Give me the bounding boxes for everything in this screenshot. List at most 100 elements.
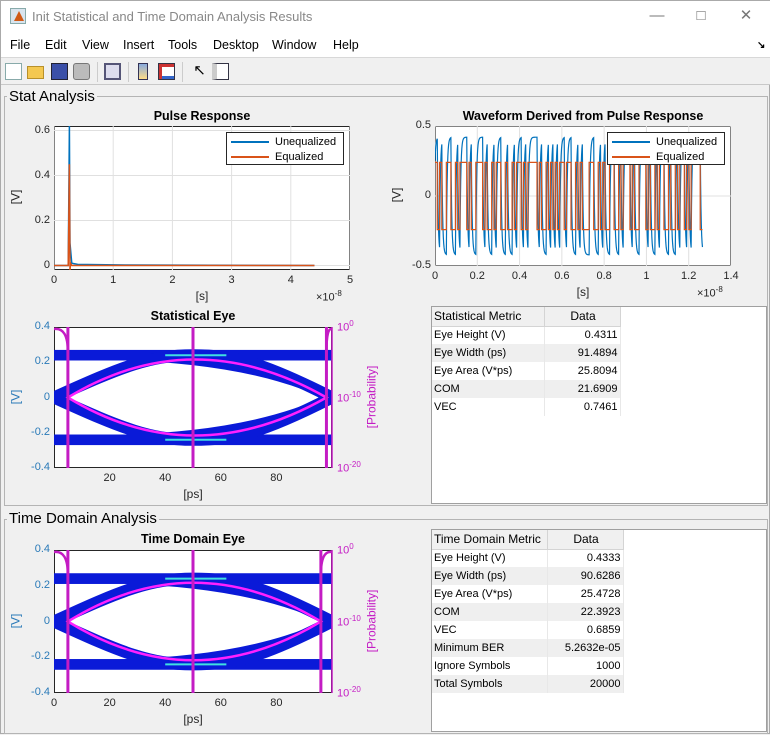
y2-axis-label: [Probability] [364,365,379,428]
menu-insert[interactable]: Insert [123,38,154,52]
table-row[interactable]: Ignore Symbols 1000 [432,657,624,675]
table-row[interactable]: VEC 0.7461 [432,398,621,416]
metric-name: Eye Height (V) [432,326,545,344]
metric-name: Eye Width (ps) [432,344,545,362]
table-row[interactable]: Eye Area (V*ps) 25.4728 [432,585,624,603]
legend-icon[interactable] [158,63,175,80]
title-bar: Init Statistical and Time Domain Analysi… [1,1,770,32]
metric-name: Eye Area (V*ps) [432,585,548,603]
open-icon[interactable] [27,66,44,79]
x-exponent-label: ×10-8 [697,285,723,300]
y-tick-label: 0.4 [34,543,50,555]
toolbar: ↖ [1,57,770,85]
stat-analysis-title: Stat Analysis [7,88,97,105]
legend-label: Unequalized [275,136,337,148]
metric-name: Minimum BER [432,639,548,657]
metric-value: 0.7461 [544,398,621,416]
column-header-data[interactable]: Data [544,307,621,327]
table-row[interactable]: Eye Height (V) 0.4311 [432,326,621,344]
maximize-button[interactable]: □ [686,5,716,27]
new-figure-icon[interactable] [5,63,22,80]
save-icon[interactable] [51,63,68,80]
legend: Unequalized Equalized [607,132,725,165]
table-row[interactable]: VEC 0.6859 [432,621,624,639]
metric-value: 5.2632e-05 [547,639,624,657]
table-row[interactable]: Eye Area (V*ps) 25.8094 [432,362,621,380]
column-header-data[interactable]: Data [547,530,624,550]
y-axis-label: [V] [8,389,23,404]
menu-window[interactable]: Window [272,38,316,52]
metric-name: COM [432,380,545,398]
table-row[interactable]: Eye Height (V) 0.4333 [432,549,624,567]
table-row[interactable]: COM 21.6909 [432,380,621,398]
metric-name: VEC [432,621,548,639]
print-icon[interactable] [73,63,90,80]
column-header-metric[interactable]: Statistical Metric [432,307,545,327]
legend-label: Equalized [656,151,705,163]
metric-name: VEC [432,398,545,416]
menu-view[interactable]: View [82,38,109,52]
table-row[interactable]: Total Symbols 20000 [432,675,624,693]
menu-file[interactable]: File [10,38,30,52]
pointer-icon[interactable]: ↖ [191,63,208,80]
dock-arrow-icon[interactable]: ↘ [757,40,765,51]
y2-tick-label: 10-20 [337,685,361,700]
x-tick-label: 0.4 [511,270,528,282]
y2-tick-label: 10-10 [337,389,361,405]
metric-value: 21.6909 [544,380,621,398]
y2-tick-label: 10-20 [337,460,361,475]
time-domain-metric-table[interactable]: Time Domain Metric Data Eye Height (V) 0.… [431,529,767,732]
menu-help[interactable]: Help [333,38,359,52]
menu-edit[interactable]: Edit [45,38,67,52]
y-tick-label: 0.4 [34,320,50,332]
link-plot-icon[interactable] [104,63,121,80]
minimize-button[interactable]: — [642,5,672,27]
y-tick-label: -0.5 [412,259,431,271]
x-tick-label: 80 [270,472,283,484]
x-tick-label: 0 [50,697,58,709]
metric-value: 1000 [547,657,624,675]
time-domain-title: Time Domain Analysis [7,510,159,527]
property-inspector-icon[interactable] [212,63,229,80]
table-row[interactable]: COM 22.3923 [432,603,624,621]
x-exponent-label: ×10-8 [316,289,342,304]
y-tick-label: 0.2 [34,213,50,226]
metric-name: Ignore Symbols [432,657,548,675]
x-tick-label: 0 [431,270,439,282]
y-tick-label: 0.5 [415,119,431,131]
y2-axis-label: [Probability] [364,589,379,652]
x-tick-label: 0.6 [554,270,570,282]
y2-tick-label: 10-10 [337,613,361,629]
metric-value: 91.4894 [544,344,621,362]
table-row[interactable]: Minimum BER 5.2632e-05 [432,639,624,657]
column-header-metric[interactable]: Time Domain Metric [432,530,548,550]
metric-value: 90.6286 [547,567,624,585]
statistical-metric-table[interactable]: Statistical Metric Data Eye Height (V) 0.… [431,306,767,504]
legend: Unequalized Equalized [226,132,344,165]
x-tick-label: 20 [103,697,116,709]
table-row[interactable]: Eye Width (ps) 90.6286 [432,567,624,585]
x-tick-label: 40 [159,472,172,484]
table-row[interactable]: Eye Width (ps) 91.4894 [432,344,621,362]
y-tick-label: 0 [43,390,50,403]
metric-name: Eye Area (V*ps) [432,362,545,380]
menu-desktop[interactable]: Desktop [213,38,259,52]
close-button[interactable]: ✕ [731,5,761,27]
y-tick-label: -0.4 [31,461,50,473]
x-tick-label: 1 [110,274,117,286]
x-tick-label: 0.2 [469,270,485,282]
metric-value: 0.4311 [544,326,621,344]
colorbar-icon[interactable] [138,63,148,80]
x-tick-label: 4 [287,274,294,286]
legend-swatch [231,141,269,143]
menu-tools[interactable]: Tools [168,38,197,52]
x-axis-label: [s] [195,289,209,303]
chart-title: Time Domain Eye [141,532,245,546]
toolbar-separator [128,62,129,82]
time-table-grid: Time Domain Metric Data Eye Height (V) 0.… [432,530,624,693]
y-axis-label: [V] [389,187,404,203]
y2-tick-label: 100 [337,319,354,334]
x-tick-label: 5 [346,274,354,286]
metric-name: Total Symbols [432,675,548,693]
toolbar-separator [97,62,98,82]
